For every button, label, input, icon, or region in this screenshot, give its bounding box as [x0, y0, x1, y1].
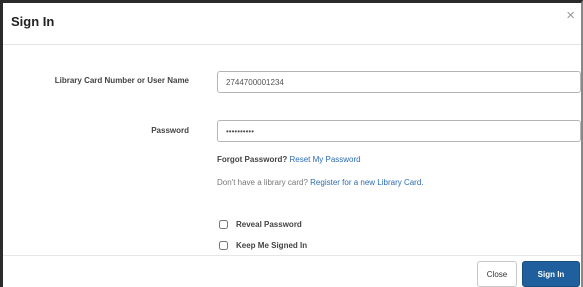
keep-signed-in-label: Keep Me Signed In — [236, 240, 308, 250]
keep-signed-in-option[interactable]: Keep Me Signed In — [217, 239, 307, 251]
sign-in-dialog: Sign In × Library Card Number or User Na… — [0, 0, 583, 287]
password-label: Password — [151, 126, 189, 135]
reveal-password-option[interactable]: Reveal Password — [217, 218, 302, 230]
register-line: Don't have a library card? Register for … — [217, 178, 424, 187]
password-input[interactable] — [217, 120, 581, 142]
card-number-label: Library Card Number or User Name — [54, 76, 189, 85]
reveal-password-label: Reveal Password — [236, 219, 302, 229]
register-text: Don't have a library card? — [217, 178, 308, 187]
dialog-title: Sign In — [11, 14, 55, 29]
forgot-password-line: Forgot Password? Reset My Password — [217, 155, 361, 164]
reset-password-link[interactable]: Reset My Password — [289, 155, 360, 164]
register-card-link[interactable]: Register for a new Library Card. — [310, 178, 423, 187]
dialog-header: Sign In × — [3, 3, 581, 45]
keep-signed-in-checkbox[interactable] — [219, 240, 228, 250]
close-icon[interactable]: × — [566, 8, 575, 23]
card-number-input[interactable] — [217, 71, 581, 93]
reveal-password-checkbox[interactable] — [219, 219, 228, 229]
footer-divider — [3, 255, 581, 256]
close-button[interactable]: Close — [477, 261, 517, 287]
forgot-password-text: Forgot Password? — [217, 155, 288, 164]
sign-in-button[interactable]: Sign In — [522, 261, 580, 287]
